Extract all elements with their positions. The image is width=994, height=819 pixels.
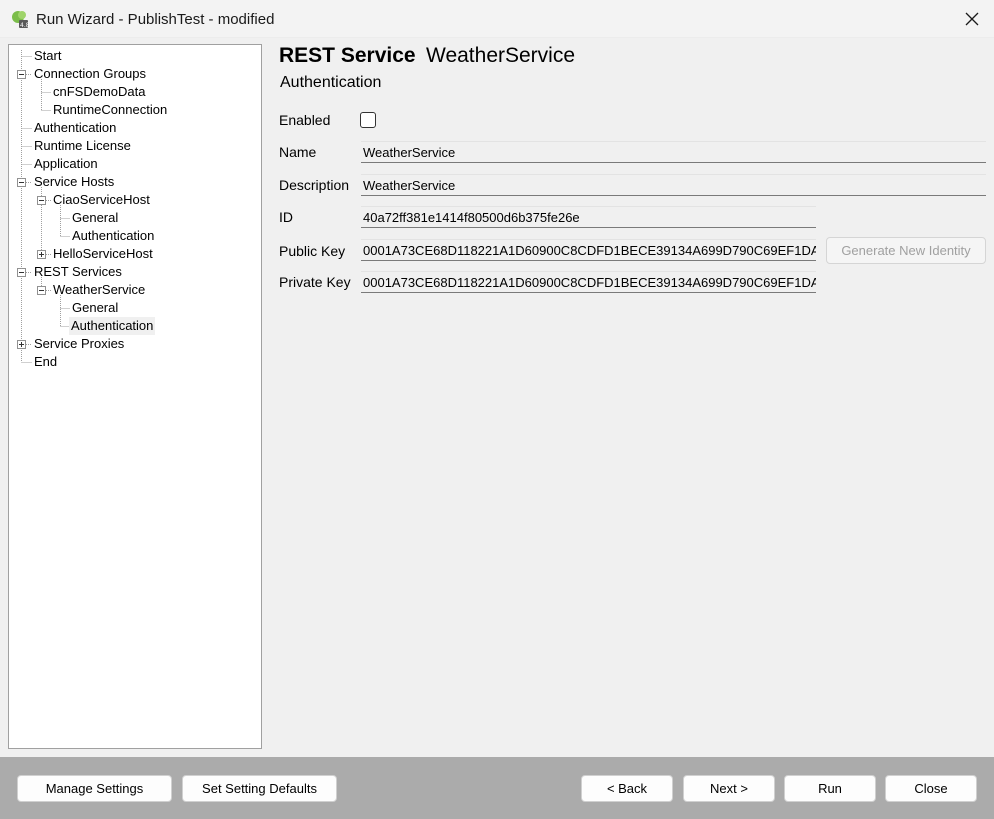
enabled-checkbox[interactable] (360, 112, 376, 128)
title-bar: 4.8 Run Wizard - PublishTest - modified (0, 0, 994, 38)
expand-service-hosts[interactable] (17, 178, 26, 187)
app-leaf-icon: 4.8 (12, 11, 30, 29)
generate-new-identity-button[interactable]: Generate New Identity (826, 237, 986, 264)
tree-item-cnfsdemodata[interactable]: cnFSDemoData (51, 83, 147, 101)
tree-item-connection-groups[interactable]: Connection Groups (32, 65, 148, 83)
wizard-steps-tree[interactable]: Start Connection Groups cnFSDemoData Run… (8, 44, 262, 749)
close-window-button[interactable] (950, 0, 994, 38)
back-button[interactable]: < Back (581, 775, 673, 802)
private-key-label: Private Key (279, 274, 351, 290)
id-label: ID (279, 209, 293, 225)
name-label: Name (279, 144, 317, 160)
tree-item-weather-service[interactable]: WeatherService (51, 281, 147, 299)
set-setting-defaults-button[interactable]: Set Setting Defaults (182, 775, 337, 802)
next-button[interactable]: Next > (683, 775, 775, 802)
description-field[interactable]: WeatherService (361, 174, 986, 196)
expand-service-proxies[interactable] (17, 340, 26, 349)
tree-item-ciao-general[interactable]: General (70, 209, 120, 227)
run-button[interactable]: Run (784, 775, 876, 802)
private-key-field[interactable]: 0001A73CE68D118221A1D60900C8CDFD1BECE391… (361, 271, 816, 293)
public-key-label: Public Key (279, 243, 346, 259)
tree-item-hello-service-host[interactable]: HelloServiceHost (51, 245, 155, 263)
panel-service-name: WeatherService (426, 44, 576, 67)
tree-item-end[interactable]: End (32, 353, 59, 371)
enabled-label: Enabled (279, 112, 331, 128)
tree-item-service-proxies[interactable]: Service Proxies (32, 335, 126, 353)
tree-item-authentication[interactable]: Authentication (32, 119, 118, 137)
tree-item-runtime-license[interactable]: Runtime License (32, 137, 133, 155)
manage-settings-button[interactable]: Manage Settings (17, 775, 172, 802)
expand-ciao-service-host[interactable] (37, 196, 46, 205)
close-icon (965, 12, 979, 26)
name-field[interactable]: WeatherService (361, 141, 986, 163)
tree-item-runtime-connection[interactable]: RuntimeConnection (51, 101, 169, 119)
window-title: Run Wizard - PublishTest - modified (36, 11, 275, 28)
tree-item-ciao-service-host[interactable]: CiaoServiceHost (51, 191, 152, 209)
expand-hello-service-host[interactable] (37, 250, 46, 259)
panel-title: REST Service (279, 44, 416, 67)
tree-item-rest-services[interactable]: REST Services (32, 263, 124, 281)
close-button[interactable]: Close (885, 775, 977, 802)
expand-connection-groups[interactable] (17, 70, 26, 79)
expand-weather-service[interactable] (37, 286, 46, 295)
tree-item-application[interactable]: Application (32, 155, 100, 173)
expand-rest-services[interactable] (17, 268, 26, 277)
tree-item-weather-authentication[interactable]: Authentication (69, 317, 156, 335)
panel-subtitle: Authentication (280, 74, 382, 91)
public-key-field[interactable]: 0001A73CE68D118221A1D60900C8CDFD1BECE391… (361, 239, 816, 261)
svg-text:4.8: 4.8 (20, 22, 30, 29)
id-field[interactable]: 40a72ff381e1414f80500d6b375fe26e (361, 206, 816, 228)
description-label: Description (279, 177, 350, 193)
tree-item-service-hosts[interactable]: Service Hosts (32, 173, 116, 191)
tree-item-start[interactable]: Start (32, 47, 63, 65)
tree-item-ciao-authentication[interactable]: Authentication (70, 227, 156, 245)
tree-item-weather-general[interactable]: General (70, 299, 120, 317)
